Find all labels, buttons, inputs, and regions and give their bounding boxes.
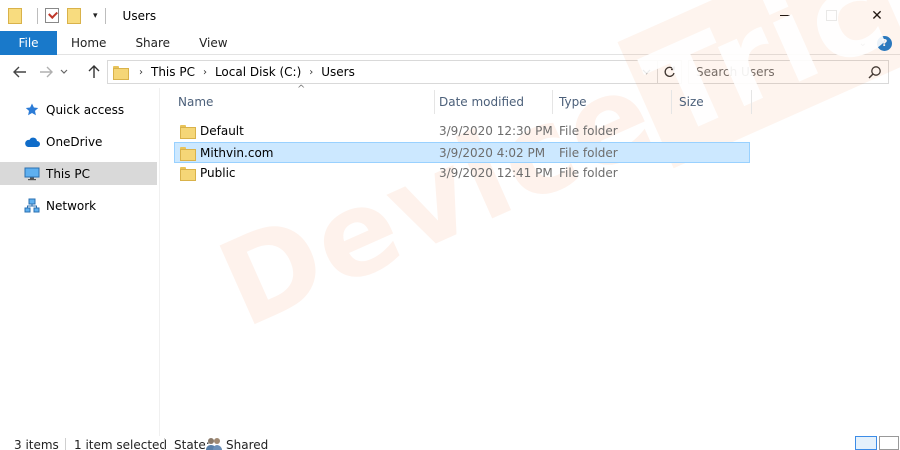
table-row[interactable]: Default 3/9/2020 12:30 PM File folder — [174, 121, 750, 142]
back-arrow-icon[interactable] — [10, 62, 30, 82]
breadcrumb-separator-icon[interactable]: › — [309, 67, 313, 78]
column-divider[interactable] — [671, 90, 672, 114]
title-bar: ▾ Users ✕ — [0, 0, 900, 31]
nav-item-this-pc[interactable]: This PC — [0, 162, 157, 185]
column-header-name[interactable]: Name — [172, 88, 434, 116]
network-icon — [24, 198, 40, 214]
tab-view[interactable]: View — [184, 31, 241, 55]
maximize-button[interactable] — [808, 0, 854, 31]
date-modified-cell: 3/9/2020 4:02 PM — [439, 145, 546, 160]
forward-arrow-icon[interactable] — [36, 62, 56, 82]
folder-icon — [113, 66, 129, 80]
monitor-icon — [24, 166, 40, 182]
toolbar-divider — [104, 7, 106, 24]
address-dropdown-icon[interactable] — [639, 61, 653, 83]
nav-item-label: Quick access — [46, 102, 125, 117]
status-bar: 3 items 1 item selected State: Shared — [0, 436, 900, 450]
breadcrumb-separator-icon[interactable]: › — [203, 67, 207, 78]
type-cell: File folder — [559, 123, 618, 138]
breadcrumb-separator-icon[interactable]: › — [139, 67, 143, 78]
minimize-button[interactable] — [762, 0, 808, 31]
toolbar-divider — [37, 7, 38, 24]
folder-icon — [180, 146, 196, 161]
file-name-cell: Mithvin.com — [180, 143, 273, 162]
tab-share[interactable]: Share — [120, 31, 184, 55]
breadcrumb-users[interactable]: Users — [321, 65, 355, 79]
refresh-icon[interactable] — [657, 61, 681, 83]
star-icon — [24, 102, 40, 118]
search-box[interactable] — [688, 60, 889, 84]
nav-item-label: Network — [46, 198, 97, 213]
properties-icon[interactable] — [45, 8, 59, 23]
breadcrumb-this-pc[interactable]: This PC — [151, 65, 195, 79]
large-icons-view-button[interactable] — [879, 436, 899, 450]
nav-item-label: OneDrive — [46, 134, 103, 149]
nav-item-network[interactable]: Network — [0, 194, 157, 217]
state-value: Shared — [226, 438, 269, 450]
search-input[interactable] — [696, 65, 866, 79]
ribbon-right-controls: ⌄ ? — [859, 31, 892, 55]
file-name-cell: Public — [180, 163, 236, 182]
folder-icon — [8, 7, 22, 24]
address-bar[interactable]: › This PC › Local Disk (C:) › Users — [107, 60, 682, 84]
up-arrow-icon[interactable] — [84, 62, 104, 82]
table-row-selected[interactable]: Mithvin.com 3/9/2020 4:02 PM File folder — [174, 142, 750, 163]
status-divider — [164, 438, 165, 450]
type-cell: File folder — [559, 145, 618, 160]
search-icon[interactable] — [868, 65, 882, 79]
column-header-type[interactable]: Type — [553, 88, 671, 116]
file-name-cell: Default — [180, 121, 244, 140]
quick-access-toolbar: ▾ — [0, 0, 113, 31]
help-icon[interactable]: ? — [877, 35, 892, 51]
tab-file[interactable]: File — [0, 30, 57, 55]
table-row[interactable]: Public 3/9/2020 12:41 PM File folder — [174, 163, 750, 184]
item-count: 3 items — [14, 438, 59, 450]
details-view-button[interactable] — [855, 436, 877, 450]
cloud-icon — [24, 134, 40, 150]
folder-icon — [180, 166, 196, 181]
column-header-size[interactable]: Size — [673, 88, 751, 116]
shared-users-icon — [205, 437, 223, 450]
status-divider — [65, 438, 66, 450]
tab-home[interactable]: Home — [57, 31, 120, 55]
column-header-date-modified[interactable]: Date modified — [433, 88, 553, 116]
new-folder-icon[interactable] — [67, 7, 81, 24]
date-modified-cell: 3/9/2020 12:41 PM — [439, 165, 553, 180]
nav-item-label: This PC — [46, 166, 90, 181]
date-modified-cell: 3/9/2020 12:30 PM — [439, 123, 553, 138]
breadcrumb-local-disk[interactable]: Local Disk (C:) — [215, 65, 301, 79]
expand-ribbon-icon[interactable]: ⌄ — [859, 38, 867, 49]
ribbon-tabs: File Home Share View ⌄ ? — [0, 30, 900, 55]
nav-item-quick-access[interactable]: Quick access — [0, 98, 157, 121]
file-list: DeviceTricks ^ Name Date modified Type S… — [160, 0, 900, 436]
selection-count: 1 item selected — [74, 438, 168, 450]
nav-item-onedrive[interactable]: OneDrive — [0, 130, 157, 153]
window-title: Users — [122, 8, 157, 23]
type-cell: File folder — [559, 165, 618, 180]
recent-locations-chevron-icon[interactable] — [58, 62, 70, 82]
customize-toolbar-dropdown[interactable]: ▾ — [93, 11, 98, 21]
address-row: › This PC › Local Disk (C:) › Users — [0, 56, 900, 88]
close-button[interactable]: ✕ — [854, 0, 900, 31]
column-divider[interactable] — [751, 90, 752, 114]
folder-icon — [180, 124, 196, 139]
window-controls: ✕ — [762, 0, 900, 31]
navigation-pane: Quick access OneDrive This PC Network — [0, 88, 160, 436]
